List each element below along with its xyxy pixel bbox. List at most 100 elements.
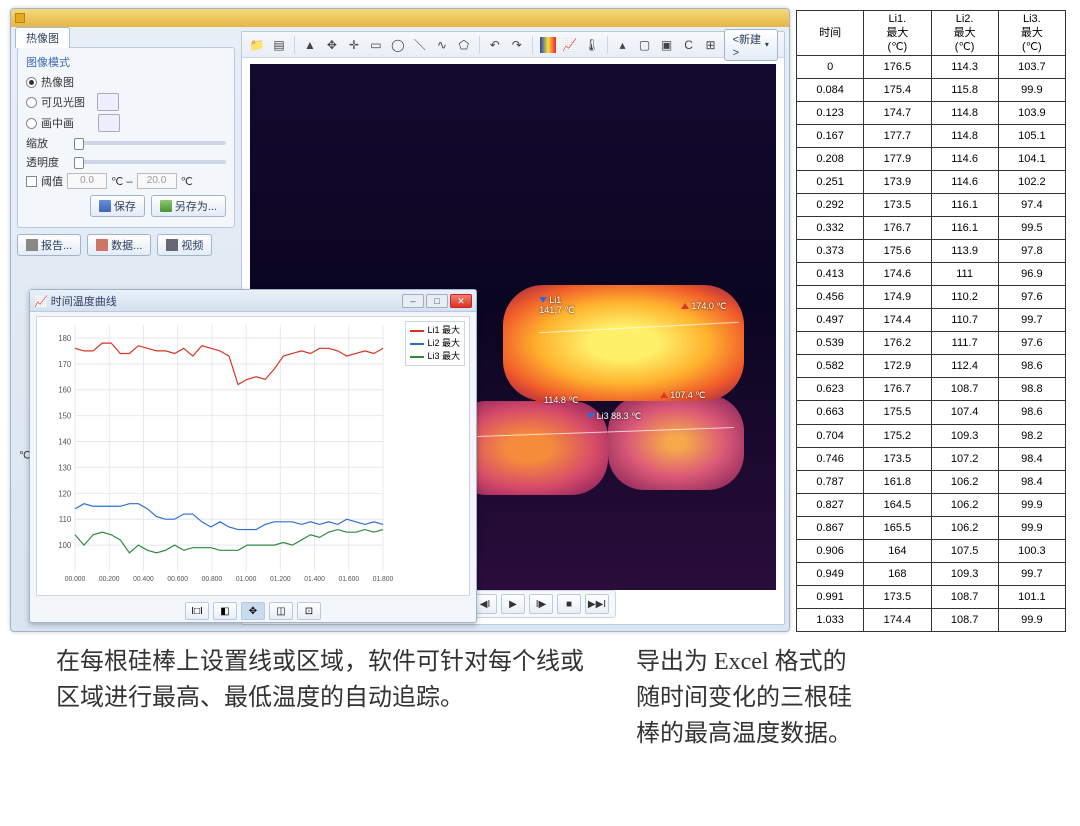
open-icon[interactable]: 📁 (248, 35, 266, 55)
table-row: 0.251173.9114.6102.2 (797, 171, 1066, 194)
svg-text:160: 160 (58, 386, 71, 395)
saveas-button[interactable]: 另存为... (151, 195, 226, 217)
li1-high-marker: 174.0 ℃ (681, 301, 726, 312)
polygon-icon[interactable]: ⬠ (455, 35, 473, 55)
rotate-right-icon[interactable]: ↷ (508, 35, 526, 55)
table-header: Li2.最大(℃) (931, 11, 998, 56)
table-row: 0.332176.7116.199.5 (797, 217, 1066, 240)
table-row: 0.906164107.5100.3 (797, 539, 1066, 562)
tab-thermal[interactable]: 热像图 (15, 27, 70, 48)
rect-icon[interactable]: ▭ (367, 35, 385, 55)
c-icon[interactable]: C (680, 35, 698, 55)
caption-right: 导出为 Excel 格式的随时间变化的三根硅棒的最高温度数据。 (636, 644, 856, 752)
svg-text:00.000: 00.000 (65, 576, 86, 583)
svg-text:00.200: 00.200 (99, 576, 120, 583)
svg-text:01.800: 01.800 (373, 576, 394, 583)
svg-text:170: 170 (58, 360, 71, 369)
crosshair-icon[interactable]: ✛ (345, 35, 363, 55)
table-header: Li1.最大(℃) (864, 11, 931, 56)
footer-btn-3[interactable]: ✥ (241, 602, 265, 620)
save-icon (99, 200, 111, 212)
zoom-label: 缩放 (26, 135, 70, 151)
pointer-icon[interactable]: ▲ (301, 35, 319, 55)
table-row: 0.373175.6113.997.8 (797, 240, 1066, 263)
table-row: 1.033174.4108.799.9 (797, 608, 1066, 631)
saveas-icon (160, 200, 172, 212)
video-button[interactable]: 视频 (157, 234, 212, 256)
minimize-button[interactable]: – (402, 294, 424, 308)
table-row: 0.413174.611196.9 (797, 263, 1066, 286)
svg-text:100: 100 (58, 541, 71, 550)
box1-icon[interactable]: ▢ (636, 35, 654, 55)
box2-icon[interactable]: ▣ (658, 35, 676, 55)
chart-ylabel: ℃ (19, 451, 30, 462)
stop-button[interactable]: ■ (557, 594, 581, 614)
data-button[interactable]: 数据... (87, 234, 151, 256)
table-header: Li3.最大(℃) (998, 11, 1065, 56)
table-row: 0.827164.5106.299.9 (797, 493, 1066, 516)
table-row: 0176.5114.3103.7 (797, 56, 1066, 79)
radio-pip[interactable] (26, 118, 37, 129)
visible-settings-button[interactable] (97, 93, 119, 111)
threshold-label: 阈值 (41, 173, 63, 189)
threshold-unit: ℃ (181, 175, 193, 188)
new-button[interactable]: <新建>▾ (724, 29, 778, 61)
svg-text:130: 130 (58, 463, 71, 472)
table-header: 时间 (797, 11, 864, 56)
li1-marker: Li1141.7 ℃ (539, 295, 574, 316)
opacity-slider[interactable] (74, 160, 226, 164)
table-row: 0.746173.5107.298.4 (797, 447, 1066, 470)
threshold-checkbox[interactable] (26, 176, 37, 187)
radio-visible[interactable] (26, 97, 37, 108)
threshold-high-input[interactable]: 20.0 (137, 173, 177, 189)
data-icon (96, 239, 108, 251)
table-row: 0.582172.9112.498.6 (797, 355, 1066, 378)
move-icon[interactable]: ✥ (323, 35, 341, 55)
footer-btn-5[interactable]: ⊡ (297, 602, 321, 620)
footer-btn-4[interactable]: ◫ (269, 602, 293, 620)
svg-text:01.600: 01.600 (338, 576, 359, 583)
report-icon (26, 239, 38, 251)
marker-tri-icon[interactable]: ▴ (614, 35, 632, 55)
table-row: 0.949168109.399.7 (797, 562, 1066, 585)
svg-text:00.800: 00.800 (202, 576, 223, 583)
panel-title: 图像模式 (26, 54, 226, 70)
table-row: 0.167177.7114.8105.1 (797, 125, 1066, 148)
footer-btn-2[interactable]: ◧ (213, 602, 237, 620)
li3-low-marker: Li3 88.3 ℃ (587, 411, 642, 422)
app-titlebar (11, 9, 789, 27)
zoom-slider[interactable] (74, 141, 226, 145)
svg-text:01.000: 01.000 (236, 576, 257, 583)
chart-icon[interactable]: 📈 (561, 35, 579, 55)
table-row: 0.123174.7114.8103.9 (797, 102, 1066, 125)
thermometer-icon[interactable]: 🌡 (583, 35, 601, 55)
viewer-toolbar: 📁 ▤ ▲ ✥ ✛ ▭ ◯ ＼ ∿ ⬠ ↶ ↷ 📈 🌡 ▴ ▢ (242, 32, 784, 58)
next-frame-button[interactable]: I▶ (529, 594, 553, 614)
radio-thermal[interactable] (26, 77, 37, 88)
grid-icon[interactable]: ⊞ (702, 35, 720, 55)
footer-btn-1[interactable]: I□I (185, 602, 209, 620)
doc-icon[interactable]: ▤ (270, 35, 288, 55)
svg-text:150: 150 (58, 412, 71, 421)
report-button[interactable]: 报告... (17, 234, 81, 256)
exported-data-table: 时间Li1.最大(℃)Li2.最大(℃)Li3.最大(℃) 0176.5114.… (796, 10, 1066, 632)
close-button[interactable]: ✕ (450, 294, 472, 308)
threshold-low-input[interactable]: 0.0 (67, 173, 107, 189)
chart-titlebar[interactable]: 📈时间温度曲线 – □ ✕ (30, 290, 476, 312)
line-icon[interactable]: ＼ (411, 35, 429, 55)
play-button[interactable]: ▶ (501, 594, 525, 614)
polyline-icon[interactable]: ∿ (433, 35, 451, 55)
svg-text:180: 180 (58, 334, 71, 343)
radio-visible-label: 可见光图 (41, 94, 85, 110)
last-frame-button[interactable]: ▶▶I (585, 594, 609, 614)
maximize-button[interactable]: □ (426, 294, 448, 308)
li2-mid-marker: 114.8 ℃ (534, 395, 578, 406)
save-button[interactable]: 保存 (90, 195, 145, 217)
video-icon (166, 239, 178, 251)
rotate-left-icon[interactable]: ↶ (486, 35, 504, 55)
ellipse-icon[interactable]: ◯ (389, 35, 407, 55)
svg-text:01.200: 01.200 (270, 576, 291, 583)
palette-icon[interactable] (539, 35, 557, 55)
svg-text:01.400: 01.400 (304, 576, 325, 583)
pip-settings-button[interactable] (98, 114, 120, 132)
